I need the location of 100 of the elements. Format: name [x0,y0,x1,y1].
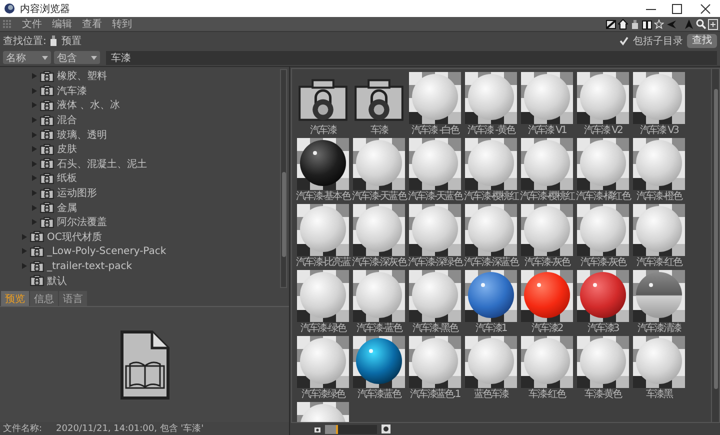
folder-name[interactable]: 液体 、水、冰 [57,98,120,112]
locked-folder-icon [30,260,44,272]
locked-folder-icon [40,216,54,228]
search-location-value[interactable]: 预置 [61,34,82,48]
locked-folder-icon [40,129,54,140]
folder-name[interactable]: 石头、混凝土、泥土 [57,156,147,171]
status-label: 文件名称: [3,422,42,435]
folder-name[interactable]: _Low-Poly-Scenery-Pack [47,246,166,257]
scrollbar[interactable] [711,69,719,422]
small-thumbnail-icon[interactable] [314,426,321,432]
locked-folder-icon [40,172,54,184]
material-name: 汽车漆-橘红色 [576,191,630,203]
app-logo-icon [4,3,15,14]
material-sphere-thumbnail[interactable] [409,336,461,388]
scrollbar[interactable] [280,69,287,288]
material-sphere-thumbnail[interactable] [633,138,685,190]
material-sphere-thumbnail[interactable] [633,336,685,388]
folder-name[interactable]: 汽车漆 [57,84,87,98]
folder-name[interactable]: 阿尔法覆盖 [57,215,107,230]
folder-name[interactable]: OC现代材质 [47,230,102,244]
material-name: 汽车漆-灰色 [580,257,626,269]
star-icon[interactable] [654,18,664,30]
locked-folder-icon [30,246,44,257]
menu-item[interactable]: 文件 [22,17,42,31]
folder-name[interactable]: _trailer-text-pack [47,260,132,272]
material-sphere-thumbnail[interactable] [297,336,349,388]
material-sphere-thumbnail[interactable] [409,138,461,190]
material-sphere-thumbnail[interactable] [521,138,573,190]
material-sphere-thumbnail[interactable] [353,270,405,322]
find-button[interactable]: 查找 [687,34,717,48]
material-sphere-thumbnail[interactable] [577,336,629,388]
status-text: 2020/11/21, 14:01:00, 包含 '车漆' [56,422,204,435]
material-sphere-thumbnail[interactable] [353,336,405,388]
material-sphere-thumbnail[interactable] [633,204,685,256]
checkbox-label: 包括子目录 [633,34,683,48]
material-sphere-thumbnail[interactable] [521,270,573,322]
search-location-label: 查找位置: [3,34,46,48]
material-sphere-thumbnail[interactable] [297,138,349,190]
folder-name[interactable]: 金属 [57,200,77,215]
material-name: 汽车漆-绿色 [300,323,346,335]
folder-name[interactable]: 皮肤 [57,142,77,156]
material-sphere-thumbnail[interactable] [409,72,461,124]
material-sphere-thumbnail[interactable] [409,270,461,322]
material-sphere-thumbnail[interactable] [521,72,573,124]
material-name: 汽车漆 V3 [640,125,678,137]
material-sphere-thumbnail[interactable] [353,204,405,256]
folder-name[interactable]: 混合 [57,113,77,128]
material-sphere-thumbnail[interactable] [297,270,349,322]
material-name: 汽车漆清漆 [637,323,680,335]
locked-folder-icon [40,100,54,111]
locked-folder-icon [40,144,54,155]
caret-icon [42,56,48,60]
material-sphere-thumbnail[interactable] [577,270,629,322]
folder-name[interactable]: 纸板 [57,171,77,186]
material-sphere-thumbnail[interactable] [465,336,517,388]
material-name: 汽车漆-深灰色 [352,257,406,269]
material-sphere-thumbnail[interactable] [465,270,517,322]
material-sphere-thumbnail[interactable] [297,204,349,256]
preview-tab[interactable]: 信息 [30,291,58,306]
image-icon[interactable] [606,18,616,30]
material-sphere-thumbnail[interactable] [577,204,629,256]
material-name: 车漆黑 [646,389,672,401]
name-field-dropdown[interactable]: 名称 [3,51,51,64]
menu-item[interactable]: 查看 [82,17,102,31]
menu-item[interactable]: 编辑 [52,17,72,31]
search-field[interactable]: 车漆 [106,50,717,64]
material-sphere-thumbnail[interactable] [521,336,573,388]
material-sphere-thumbnail[interactable] [465,204,517,256]
add-icon[interactable] [708,18,718,30]
material-sphere-thumbnail[interactable] [577,72,629,124]
zoom-slider[interactable] [325,424,377,434]
document-book-icon [120,330,170,400]
material-name: 汽车漆-樱桃红 [520,191,574,203]
material-name: 汽车漆-樱桃红 [464,191,518,203]
search-icon[interactable] [696,18,706,30]
material-sphere-thumbnail[interactable] [577,138,629,190]
material-sphere-thumbnail[interactable] [353,138,405,190]
material-sphere-thumbnail[interactable] [633,270,685,322]
match-mode-dropdown[interactable]: 包含 [54,51,100,64]
material-name: 汽车漆-黑色 [412,323,458,335]
material-name: 汽车漆 V1 [528,125,566,137]
material-sphere-thumbnail[interactable] [521,204,573,256]
material-name: 车漆-黄色 [584,389,622,401]
material-sphere-thumbnail[interactable] [465,138,517,190]
locked-folder-icon [40,70,54,82]
folder-name[interactable]: 橡胶、塑料 [57,69,107,84]
home-icon[interactable] [618,18,628,30]
large-thumbnail-icon[interactable] [381,424,391,434]
folder-name[interactable]: 默认 [47,274,67,288]
material-name: 汽车漆-红色 [636,257,682,269]
caret-icon [91,56,97,60]
folder-name[interactable]: 玻璃、透明 [57,128,107,142]
preview-tab[interactable]: 语言 [59,291,87,306]
material-sphere-thumbnail[interactable] [465,72,517,124]
material-sphere-thumbnail[interactable] [409,204,461,256]
material-sphere-thumbnail[interactable] [633,72,685,124]
menu-item[interactable]: 转到 [112,17,132,31]
material-name: 汽车漆-天蓝色 [352,191,406,203]
include-subfolders-checkbox[interactable] [619,36,629,46]
folder-name[interactable]: 运动图形 [57,186,97,200]
